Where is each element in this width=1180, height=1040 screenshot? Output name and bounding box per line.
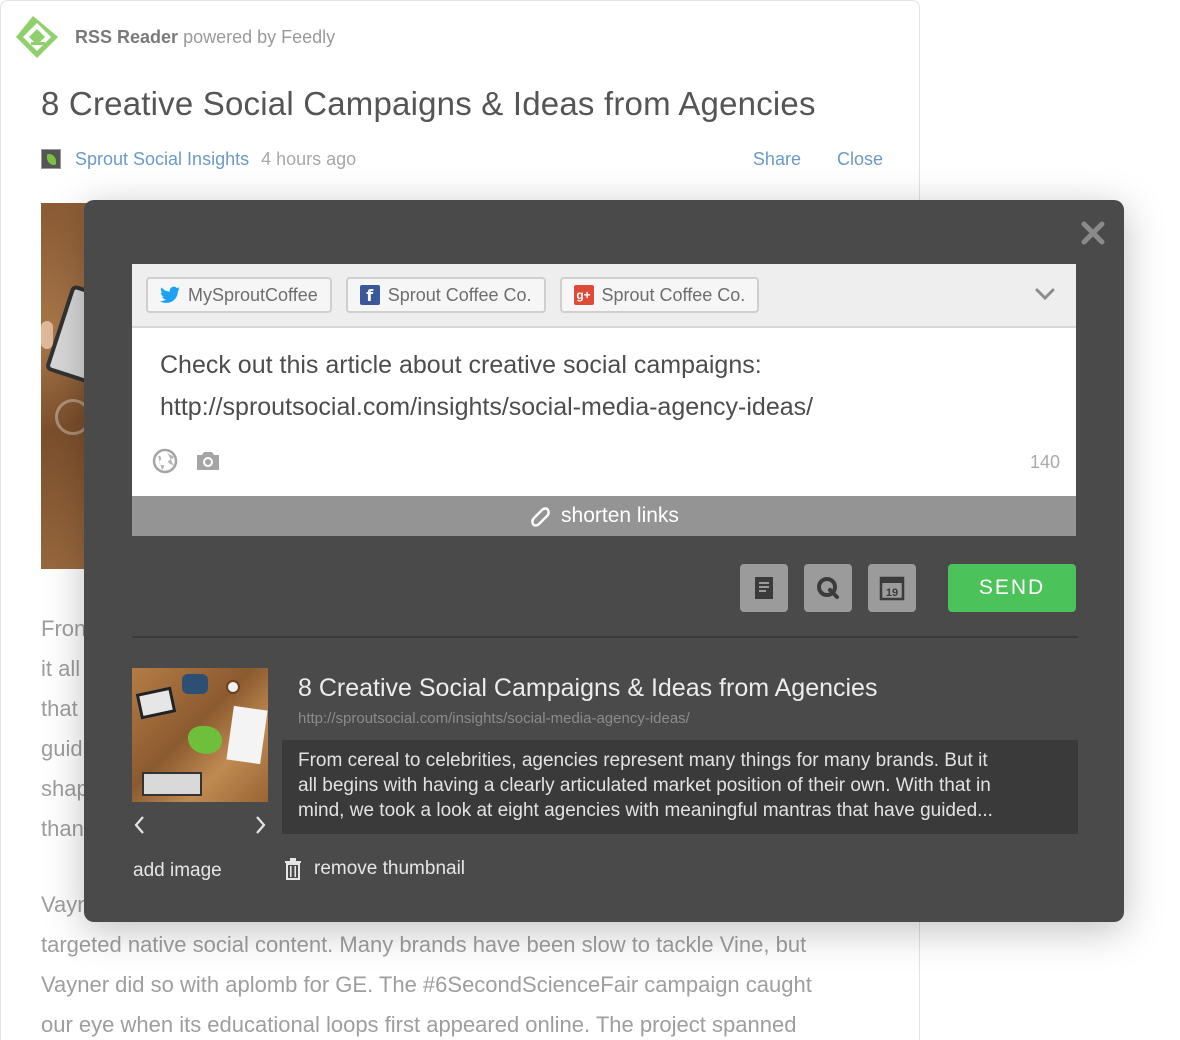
draft-button[interactable] xyxy=(740,564,788,612)
queue-button[interactable] xyxy=(804,564,852,612)
description-line: mind, we took a look at eight agencies w… xyxy=(298,800,993,821)
paragraph-line: Vayner did so with aplomb for GE. The #6… xyxy=(41,972,812,997)
chevron-left-icon[interactable] xyxy=(132,814,148,836)
article-title: 8 Creative Social Campaigns & Ideas from… xyxy=(41,85,816,122)
preview-description[interactable]: From cereal to celebrities, agencies rep… xyxy=(282,740,1078,834)
powered-by: powered by Feedly xyxy=(183,26,336,47)
preview-thumbnail xyxy=(132,668,268,802)
body-fragment: guid xyxy=(41,736,83,761)
reader-brand: RSS Reader powered by Feedly xyxy=(13,13,335,61)
shorten-links-label: shorten links xyxy=(561,504,679,527)
body-fragment: shap xyxy=(41,776,89,801)
calendar-day: 19 xyxy=(886,587,898,599)
google-plus-icon: g+ xyxy=(573,285,594,305)
add-image-button[interactable]: add image xyxy=(133,860,222,882)
source-favicon-icon xyxy=(41,149,61,169)
body-fragment: it all xyxy=(41,656,81,681)
profile-name: Sprout Coffee Co. xyxy=(601,284,746,305)
description-line: all begins with having a clearly articul… xyxy=(298,775,991,796)
modal-close-icon[interactable] xyxy=(1080,220,1106,246)
profile-name: Sprout Coffee Co. xyxy=(387,284,532,305)
twitter-icon xyxy=(160,285,180,305)
camera-icon[interactable] xyxy=(194,449,222,473)
body-fragment: than xyxy=(41,816,84,841)
remove-thumbnail-button[interactable]: remove thumbnail xyxy=(284,858,465,880)
paragraph-line: our eye when its educational loops first… xyxy=(41,1012,797,1037)
profile-chip-facebook[interactable]: f Sprout Coffee Co. xyxy=(345,277,546,313)
queue-icon xyxy=(817,577,839,599)
message-composer: MySproutCoffee f Sprout Coffee Co. g+ Sp… xyxy=(132,264,1076,536)
close-link[interactable]: Close xyxy=(837,149,883,170)
draft-icon xyxy=(755,577,773,599)
facebook-icon: f xyxy=(359,285,380,305)
article-body-fragments: Fron it all that guid shap than xyxy=(41,609,89,849)
character-count: 140 xyxy=(1029,452,1060,472)
body-fragment: Fron xyxy=(41,616,87,641)
message-line: http://sproutsocial.com/insights/social-… xyxy=(160,393,814,421)
feedly-logo-icon xyxy=(16,16,58,58)
message-line: Check out this article about creative so… xyxy=(160,351,762,379)
app-name: RSS Reader xyxy=(75,26,179,47)
chevron-down-icon[interactable] xyxy=(1034,286,1056,302)
calendar-icon: 19 xyxy=(879,576,905,601)
send-button[interactable]: SEND xyxy=(948,564,1076,612)
description-line: From cereal to celebrities, agencies rep… xyxy=(298,750,988,771)
body-fragment: that xyxy=(41,696,78,721)
paragraph-line: targeted native social content. Many bra… xyxy=(41,932,807,957)
compose-actions: 19 xyxy=(740,564,916,612)
profile-chip-google-plus[interactable]: g+ Sprout Coffee Co. xyxy=(559,277,760,313)
profile-picker: MySproutCoffee f Sprout Coffee Co. g+ Sp… xyxy=(132,264,1076,328)
compose-modal: MySproutCoffee f Sprout Coffee Co. g+ Sp… xyxy=(84,200,1124,922)
section-divider xyxy=(132,636,1078,638)
message-textarea[interactable]: Check out this article about creative so… xyxy=(132,328,1076,496)
article-source-link[interactable]: Sprout Social Insights xyxy=(75,149,249,170)
schedule-button[interactable]: 19 xyxy=(868,564,916,612)
share-link[interactable]: Share xyxy=(753,149,801,170)
trash-icon xyxy=(285,858,301,880)
globe-icon[interactable] xyxy=(152,448,178,474)
profile-chip-twitter[interactable]: MySproutCoffee xyxy=(146,277,332,313)
profile-name: MySproutCoffee xyxy=(188,284,318,305)
article-time: 4 hours ago xyxy=(261,148,357,169)
paperclip-icon xyxy=(531,507,550,527)
remove-thumbnail-label: remove thumbnail xyxy=(314,858,466,879)
article-meta: Sprout Social Insights 4 hours ago Share… xyxy=(41,147,883,171)
shorten-links-button[interactable]: shorten links xyxy=(132,496,1076,536)
chevron-right-icon[interactable] xyxy=(252,814,268,836)
preview-title[interactable]: 8 Creative Social Campaigns & Ideas from… xyxy=(298,674,877,703)
preview-url: http://sproutsocial.com/insights/social-… xyxy=(298,710,690,727)
